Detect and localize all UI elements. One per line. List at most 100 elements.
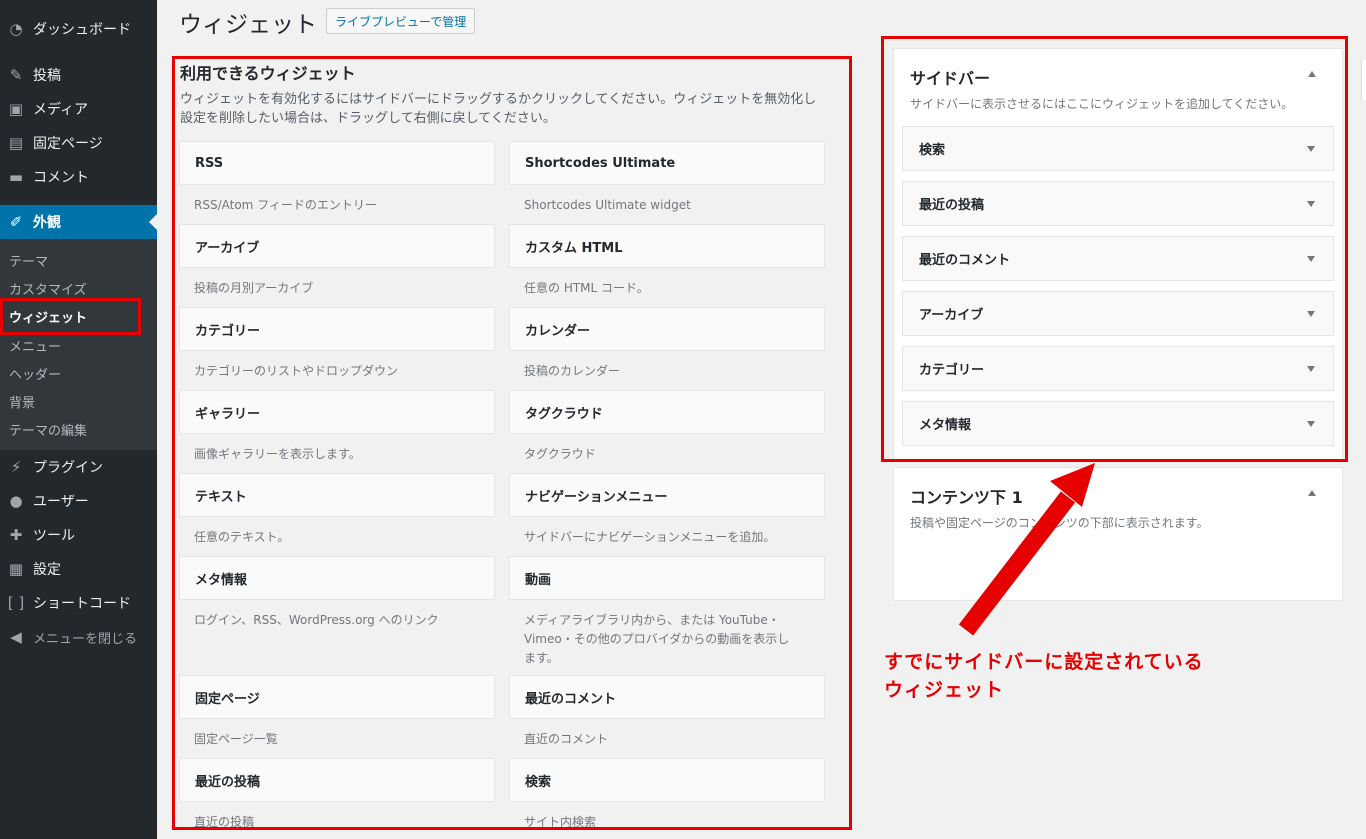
widget-meta[interactable]: メタ情報 — [179, 556, 495, 600]
widget-calendar[interactable]: カレンダー — [509, 307, 825, 351]
widget-tag-cloud-desc: タグクラウド — [524, 447, 596, 461]
sidebar-widget-search[interactable]: 検索 — [902, 126, 1334, 171]
sidebar-widget-label: アーカイブ — [919, 308, 984, 323]
menu-comments-label: コメント — [33, 170, 89, 186]
widget-gallery[interactable]: ギャラリー — [179, 390, 495, 434]
caret-down-icon[interactable] — [1307, 421, 1315, 427]
menu-settings[interactable]: ▦ 設定 — [0, 552, 157, 586]
widget-archives[interactable]: アーカイブ — [179, 224, 495, 268]
content-area-toggle-icon[interactable] — [1308, 490, 1316, 496]
widget-video[interactable]: 動画 — [509, 556, 825, 600]
widget-pages-desc: 固定ページ一覧 — [194, 732, 278, 746]
widget-search[interactable]: 検索 — [509, 758, 825, 802]
widget-shortcodes-ultimate[interactable]: Shortcodes Ultimate — [509, 141, 825, 185]
menu-users[interactable]: ● ユーザー — [0, 484, 157, 518]
content-area-desc: 投稿や固定ページのコンテンツの下部に表示されます。 — [910, 516, 1209, 530]
widget-recent-posts-desc: 直近の投稿 — [194, 815, 255, 829]
menu-media-label: メディア — [33, 102, 89, 118]
widget-meta-desc: ログイン、RSS、WordPress.org へのリンク — [194, 613, 439, 627]
widget-text[interactable]: テキスト — [179, 473, 495, 517]
widget-custom-html[interactable]: カスタム HTML — [509, 224, 825, 268]
available-widgets-title: 利用できるウィジェット — [180, 64, 356, 83]
sidebar-widget-meta[interactable]: メタ情報 — [902, 401, 1334, 446]
plugin-icon: ⚡ — [10, 458, 22, 476]
menu-dashboard[interactable]: ◔ ダッシュボード — [0, 12, 157, 46]
media-icon: ▣ — [8, 100, 24, 118]
user-icon: ● — [9, 492, 23, 510]
caret-down-icon[interactable] — [1307, 366, 1315, 372]
pin-icon: ✎ — [9, 66, 23, 84]
menu-shortcodes[interactable]: [ ] ショートコード — [0, 586, 157, 620]
sidebar-widget-label: 検索 — [919, 143, 946, 158]
widget-shortcodes-ultimate-desc: Shortcodes Ultimate widget — [524, 198, 691, 212]
menu-appearance[interactable]: ✐ 外観 — [0, 205, 157, 239]
sidebar-widget-recent-posts[interactable]: 最近の投稿 — [902, 181, 1334, 226]
widget-categories-desc: カテゴリーのリストやドロップダウン — [194, 364, 399, 378]
caret-down-icon[interactable] — [1307, 256, 1315, 262]
admin-menu: ◔ ダッシュボード ✎ 投稿 ▣ メディア ▤ 固定ページ ▬ コメント ✐ 外… — [0, 0, 157, 839]
sidebar-widget-label: 最近のコメント — [919, 253, 1011, 268]
sidebar-widget-categories[interactable]: カテゴリー — [902, 346, 1334, 391]
widget-categories[interactable]: カテゴリー — [179, 307, 495, 351]
submenu-theme-editor[interactable]: テーマの編集 — [9, 420, 87, 439]
menu-collapse[interactable]: ◀ メニューを閉じる — [0, 620, 157, 654]
widget-search-desc: サイト内検索 — [524, 815, 597, 829]
sidebar-widget-label: 最近の投稿 — [919, 198, 985, 213]
brush-icon: ✐ — [9, 213, 23, 231]
sidebar-widget-label: メタ情報 — [919, 418, 972, 433]
menu-media[interactable]: ▣ メディア — [0, 92, 157, 126]
widget-custom-html-desc: 任意の HTML コード。 — [524, 281, 649, 295]
sidebar-widget-label: カテゴリー — [919, 363, 985, 378]
submenu-customize[interactable]: カスタマイズ — [9, 279, 87, 298]
caret-down-icon[interactable] — [1307, 311, 1315, 317]
page-icon: ▤ — [8, 134, 24, 152]
menu-tools[interactable]: ✚ ツール — [0, 518, 157, 552]
submenu-themes[interactable]: テーマ — [9, 251, 48, 270]
submenu-header[interactable]: ヘッダー — [9, 364, 61, 383]
menu-tools-label: ツール — [33, 528, 75, 544]
menu-appearance-label: 外観 — [33, 215, 61, 231]
sidebar-area-toggle-icon[interactable] — [1308, 71, 1316, 77]
annotation-line-1: すでにサイドバーに設定されている — [884, 651, 1204, 673]
widget-calendar-desc: 投稿のカレンダー — [524, 364, 621, 378]
sidebar-widget-archives[interactable]: アーカイブ — [902, 291, 1334, 336]
live-preview-button[interactable]: ライブプレビューで管理 — [326, 8, 476, 34]
widget-pages[interactable]: 固定ページ — [179, 675, 495, 719]
content-area-title: コンテンツ下 1 — [910, 488, 1023, 507]
widget-archives-desc: 投稿の月別アーカイブ — [194, 281, 314, 295]
menu-pages[interactable]: ▤ 固定ページ — [0, 126, 157, 160]
menu-shortcodes-label: ショートコード — [33, 596, 131, 612]
menu-users-label: ユーザー — [33, 494, 89, 510]
comment-icon: ▬ — [8, 168, 24, 186]
sidebar-area-title: サイドバー — [910, 69, 991, 88]
menu-posts[interactable]: ✎ 投稿 — [0, 58, 157, 92]
menu-plugins-label: プラグイン — [33, 460, 103, 476]
submenu-widgets[interactable]: ウィジェット — [9, 307, 87, 326]
widget-recent-posts[interactable]: 最近の投稿 — [179, 758, 495, 802]
available-desc-line-2: 設定を削除したい場合は、ドラッグして右側に戻してください。 — [180, 111, 556, 126]
collapse-arrow-icon: ◀ — [10, 628, 22, 646]
caret-down-icon[interactable] — [1307, 146, 1315, 152]
widget-recent-comments[interactable]: 最近のコメント — [509, 675, 825, 719]
submenu-menus[interactable]: メニュー — [9, 336, 61, 355]
content-bottom-widget-area: コンテンツ下 1 投稿や固定ページのコンテンツの下部に表示されます。 — [893, 467, 1343, 601]
widget-gallery-desc: 画像ギャラリーを表示します。 — [194, 447, 361, 461]
page-title: ウィジェット — [179, 12, 317, 38]
available-widgets-description: ウィジェットを有効化するにはサイドバーにドラッグするかクリックしてください。ウィ… — [180, 90, 830, 128]
widget-tag-cloud[interactable]: タグクラウド — [509, 390, 825, 434]
menu-comments[interactable]: ▬ コメント — [0, 160, 157, 194]
submenu-background[interactable]: 背景 — [9, 392, 35, 411]
brackets-icon: [ ] — [7, 594, 25, 612]
sidebar-area-desc: サイドバーに表示させるにはここにウィジェットを追加してください。 — [910, 97, 1294, 111]
widget-video-desc: メディアライブラリ内から、または YouTube・Vimeo・その他のプロバイダ… — [524, 613, 790, 665]
widget-navigation-menu[interactable]: ナビゲーションメニュー — [509, 473, 825, 517]
sidebar-widget-recent-comments[interactable]: 最近のコメント — [902, 236, 1334, 281]
menu-pages-label: 固定ページ — [33, 136, 103, 152]
edge-panel — [1361, 60, 1366, 100]
widget-rss[interactable]: RSS — [179, 141, 495, 185]
dashboard-icon: ◔ — [9, 20, 23, 38]
caret-down-icon[interactable] — [1307, 201, 1315, 207]
widget-recent-comments-desc: 直近のコメント — [524, 732, 609, 746]
menu-plugins[interactable]: ⚡ プラグイン — [0, 450, 157, 484]
settings-icon: ▦ — [8, 560, 24, 578]
